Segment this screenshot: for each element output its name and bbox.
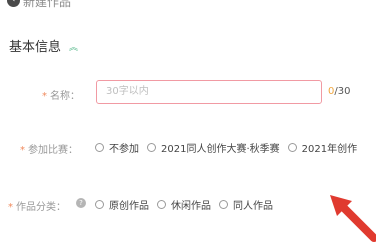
annotation-arrow-icon — [330, 195, 376, 242]
